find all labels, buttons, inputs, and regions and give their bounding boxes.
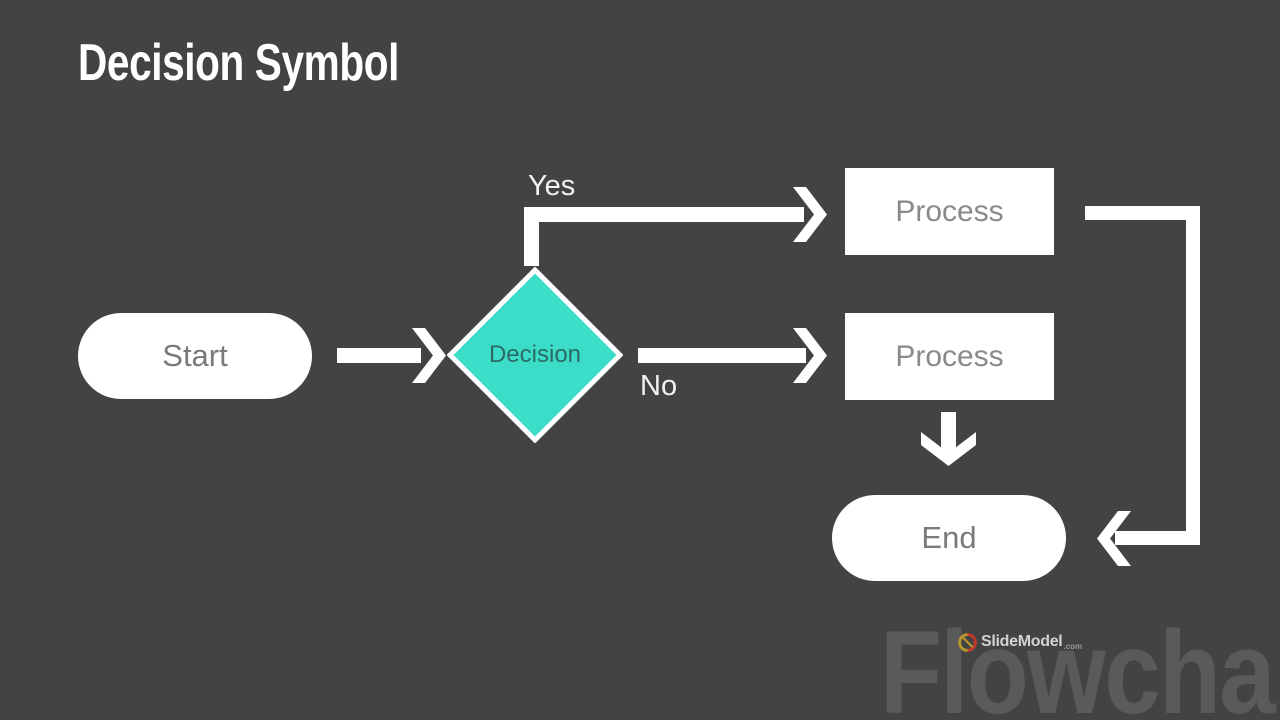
slidemodel-mark-icon [958,632,977,652]
flow-node-process-2[interactable]: Process [845,313,1054,400]
slidemodel-brand-name: SlideModel [981,633,1063,650]
page-title: Decision Symbol [78,34,399,92]
flow-node-start[interactable]: Start [78,313,312,399]
arrowhead-no-to-process2-icon [793,328,827,383]
arrowhead-process2-to-end-icon [921,432,976,466]
flow-node-process-2-label: Process [895,339,1004,373]
connector-start-to-decision-line [337,348,421,363]
connector-yes-horizontal-segment [524,207,804,222]
slidemodel-brand-tld: .com [1063,642,1083,651]
edge-label-yes: Yes [528,170,576,202]
slide-canvas: Decision Symbol Yes No Start Decision Pr… [0,0,1280,720]
flow-node-decision[interactable]: Decision [447,267,623,443]
connector-no-horizontal-segment [638,348,806,363]
arrowhead-start-to-decision-icon [412,328,446,383]
flow-node-start-label: Start [162,338,228,373]
watermark-flowchart-text: Flowchart [880,607,1280,720]
connector-return-top-segment [1085,206,1200,220]
flow-node-process-1-label: Process [895,194,1004,228]
decision-diamond-icon [447,267,623,443]
flow-node-process-1[interactable]: Process [845,168,1054,255]
flow-node-end-label: End [921,520,977,555]
arrowhead-return-to-end-icon [1097,511,1131,566]
flow-node-end[interactable]: End [832,495,1066,581]
arrowhead-yes-to-process1-icon [793,187,827,242]
slidemodel-logo: SlideModel .com [958,631,1082,653]
connector-return-vertical-segment [1186,206,1200,545]
edge-label-no: No [640,370,678,402]
